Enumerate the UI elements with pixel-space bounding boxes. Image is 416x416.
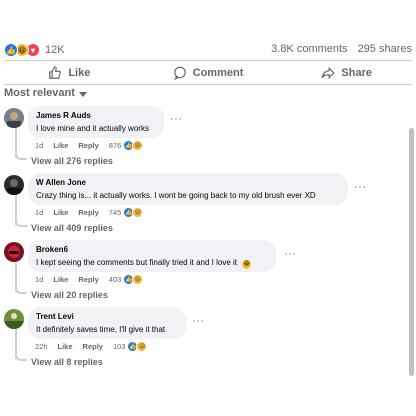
comment-text: Crazy thing is... it actually works. I w… [36,191,316,200]
thumbs-up-icon [49,66,62,79]
scrollbar[interactable] [409,128,414,376]
view-replies-link[interactable]: View all 276 replies [31,156,113,166]
reaction-count: 12K [45,44,65,56]
sort-dropdown[interactable]: Most relevant [4,87,87,99]
thread-connector [15,353,27,361]
comment-time[interactable]: 22h [35,342,48,351]
thread-connector [15,152,27,160]
comment-meta: 1d Like Reply 876 👍 😆 [35,140,144,151]
sort-label: Most relevant [4,87,75,99]
divider [4,60,412,61]
comment-reply-button[interactable]: Reply [78,275,98,284]
comment-reaction-count[interactable]: 403 👍 😆 [109,274,144,285]
haha-icon: 😆 [132,207,144,218]
more-options-icon[interactable]: ··· [354,181,367,193]
comment-author[interactable]: W Allen Jone [36,178,340,188]
comment-bubble: W Allen Jone Crazy thing is... it actual… [28,173,348,205]
comment-label: Comment [192,67,244,79]
comment-time[interactable]: 1d [35,141,43,150]
chevron-down-icon [78,91,87,97]
avatar[interactable] [4,242,24,262]
reaction-number: 403 [108,275,122,284]
thread-connector [15,286,27,294]
thread-connector [15,219,27,227]
avatar[interactable] [4,309,24,329]
avatar[interactable] [4,108,24,128]
comment-reply-button[interactable]: Reply [83,342,103,351]
comment-meta: 1d Like Reply 403 👍 😆 [35,274,144,285]
comment-text-body: I kept seeing the comments but finally t… [36,258,237,267]
comment-like-button[interactable]: Like [53,208,68,217]
comment-bubble: Broken6 I kept seeing the comments but f… [28,240,276,272]
reaction-number: 876 [108,141,122,150]
comment-author[interactable]: Broken6 [36,245,268,255]
comment-bubble: James R Auds I love mine and it actually… [28,106,164,138]
view-replies-link[interactable]: View all 8 replies [31,357,103,367]
comment-time[interactable]: 1d [35,275,43,284]
view-replies-link[interactable]: View all 409 replies [31,223,113,233]
comment-time[interactable]: 1d [35,208,43,217]
comment-button[interactable]: Comment [139,62,278,84]
comment-meta: 22h Like Reply 103 👍 😆 [35,341,148,352]
haha-icon: 😆 [136,341,148,352]
post-action-bar: Like Comment Share [0,62,416,84]
comment-text: I love mine and it actually works [36,124,149,133]
comment-bubble-icon [173,66,186,80]
comment-like-button[interactable]: Like [53,141,68,150]
laughing-emoji-icon: 😆 [241,259,253,270]
view-replies-link[interactable]: View all 20 replies [31,290,108,300]
comment-reply-button[interactable]: Reply [78,141,98,150]
comment-author[interactable]: James R Auds [36,111,156,121]
share-arrow-icon [321,66,336,80]
more-options-icon[interactable]: ··· [284,248,297,260]
comment-author[interactable]: Trent Levi [36,312,178,322]
share-button[interactable]: Share [277,62,416,84]
divider [4,84,412,85]
like-label: Like [68,67,91,79]
comment-reaction-count[interactable]: 103 👍 😆 [113,341,148,352]
comment-like-button[interactable]: Like [53,275,68,284]
like-button[interactable]: Like [0,62,139,84]
comment-count-link[interactable]: 3.8K comments [271,43,347,55]
reaction-number: 745 [108,208,122,217]
post-stats-row: 👍 😆 ♥ 12K 3.8K comments 295 shares [0,40,416,60]
comment-reply-button[interactable]: Reply [78,208,98,217]
reaction-number: 103 [112,342,126,351]
reaction-summary[interactable]: 👍 😆 ♥ 12K [4,42,65,58]
comment-text: I kept seeing the comments but finally t… [36,257,268,270]
comment-reaction-count[interactable]: 876 👍 😆 [109,140,144,151]
comment-meta: 1d Like Reply 745 👍 😆 [35,207,144,218]
avatar[interactable] [4,175,24,195]
share-count-link[interactable]: 295 shares [358,43,412,55]
haha-icon: 😆 [132,274,144,285]
share-label: Share [341,67,372,79]
comment-text: It definitely saves time, I'll give it t… [36,325,166,334]
more-options-icon[interactable]: ··· [192,315,205,327]
haha-icon: 😆 [132,140,144,151]
more-options-icon[interactable]: ··· [170,113,183,125]
comment-bubble: Trent Levi It definitely saves time, I'l… [28,307,186,339]
comment-reaction-count[interactable]: 745 👍 😆 [109,207,144,218]
like-icon: 👍 [4,43,18,57]
comment-like-button[interactable]: Like [58,342,73,351]
